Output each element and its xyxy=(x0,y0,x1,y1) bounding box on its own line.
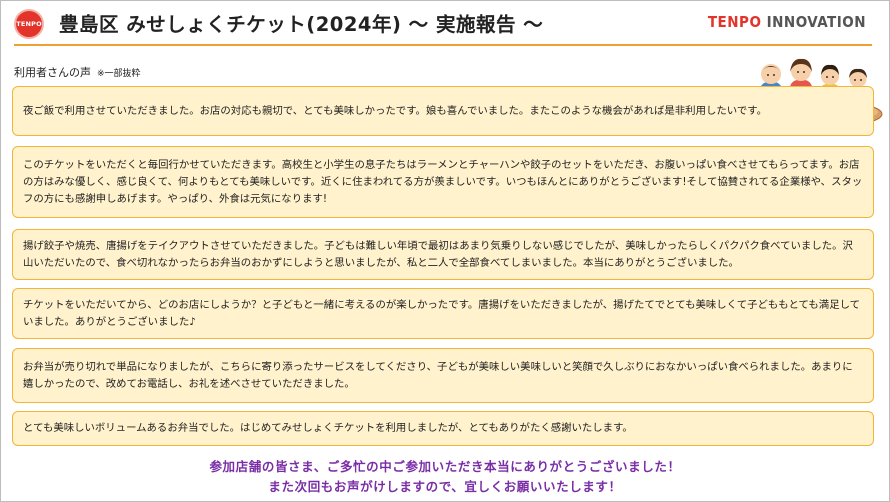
comment-card-5: お弁当が売り切れで単品になりましたが、こちらに寄り添ったサービスをしてくださり、… xyxy=(12,348,874,403)
header: TENPO 豊島区 みせしょくチケット(2024年) ～ 実施報告 ～ TENP… xyxy=(0,0,888,46)
comment-text: お弁当が売り切れで単品になりましたが、こちらに寄り添ったサービスをしてくださり、… xyxy=(23,360,853,390)
tenpo-logo-icon: TENPO xyxy=(14,9,44,39)
comment-text: とても美味しいボリュームあるお弁当でした。はじめてみせしょくチケットを利用しまし… xyxy=(23,422,633,434)
comment-card-6: とても美味しいボリュームあるお弁当でした。はじめてみせしょくチケットを利用しまし… xyxy=(12,411,874,446)
footer-thanks-line1: 参加店舗の皆さま、ご多忙の中ご参加いただき本当にありがとうございました！ xyxy=(209,459,681,474)
page-title: 豊島区 みせしょくチケット(2024年) ～ 実施報告 ～ xyxy=(59,13,544,36)
section-heading: 利用者さんの声 ※一部抜粋 xyxy=(14,64,141,80)
footer-thanks-line2: また次回もお声がけしますので、宜しくお願いいたします！ xyxy=(268,479,622,494)
brand-part1: TENPO xyxy=(707,13,762,31)
comment-card-4: チケットをいただいてから、どのお店にしようか？と子どもと一緒に考えるのが楽しかっ… xyxy=(12,288,874,339)
comment-card-3: 揚げ餃子や焼売、唐揚げをテイクアウトさせていただきました。子どもは難しい年頃で最… xyxy=(12,229,874,280)
comment-text: 夜ご飯で利用させていただきました。お店の対応も親切で、とても美味しかったです。娘… xyxy=(23,104,767,117)
brand-part2: INNOVATION xyxy=(766,13,866,31)
header-divider xyxy=(14,44,872,46)
section-label: 利用者さんの声 xyxy=(14,66,91,79)
comment-text: このチケットをいただくと毎回行かせていただきます。高校生と小学生の息子たちはラー… xyxy=(23,158,863,205)
comment-text: 揚げ餃子や焼売、唐揚げをテイクアウトさせていただきました。子どもは難しい年頃で最… xyxy=(23,239,853,269)
comment-card-1: 夜ご飯で利用させていただきました。お店の対応も親切で、とても美味しかったです。娘… xyxy=(12,86,874,136)
comment-card-2: このチケットをいただくと毎回行かせていただきます。高校生と小学生の息子たちはラー… xyxy=(12,146,874,218)
brand-logo: TENPO INNOVATION xyxy=(708,13,866,31)
comment-text: チケットをいただいてから、どのお店にしようか？と子どもと一緒に考えるのが楽しかっ… xyxy=(23,298,861,328)
section-note: ※一部抜粋 xyxy=(97,69,141,79)
